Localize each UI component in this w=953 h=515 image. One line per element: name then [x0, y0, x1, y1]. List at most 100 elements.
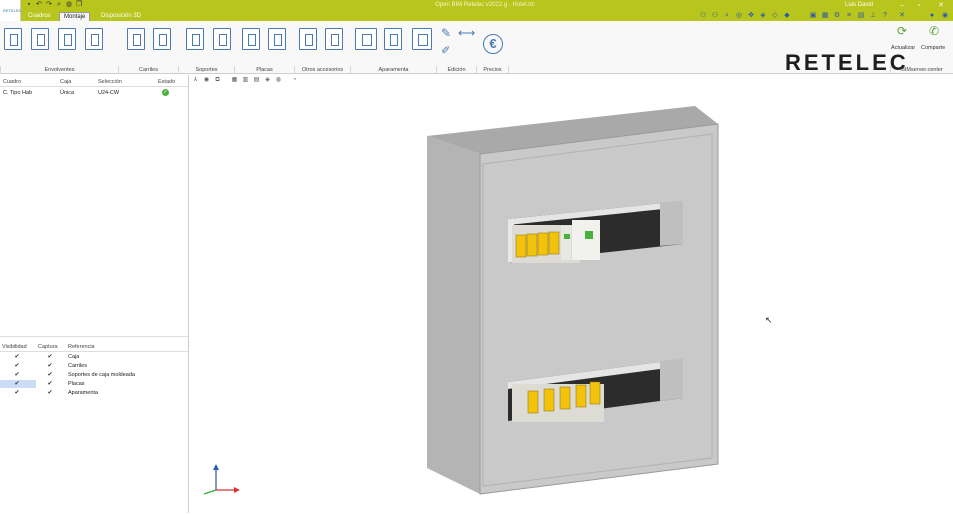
chart-icon[interactable]: ▤ — [856, 11, 866, 21]
col-cuadro[interactable]: Cuadro — [3, 78, 21, 86]
capture-checkbox[interactable]: ✔ — [47, 354, 53, 360]
view-icon[interactable]: ⚇ — [710, 11, 720, 21]
undo-icon[interactable]: ↶ — [35, 1, 43, 9]
visibility-checkbox[interactable]: ✔ — [14, 354, 20, 360]
zoom-icon[interactable]: ⌕ — [722, 11, 732, 21]
camera-icon[interactable]: ◔ — [291, 77, 298, 84]
cube-icon[interactable]: ◈ — [758, 11, 768, 21]
aparamenta-add-button[interactable] — [355, 28, 377, 50]
table-icon[interactable]: ▦ — [231, 77, 238, 84]
settings-icon[interactable]: ⚙ — [832, 11, 842, 21]
group-aparamenta: Aparamenta — [350, 66, 436, 74]
envolvente-copy-button[interactable] — [58, 28, 76, 50]
eraser-icon[interactable]: ✐ — [441, 44, 450, 57]
grid-icon[interactable]: ▥ — [242, 77, 249, 84]
refresh-icon[interactable]: ⟳ — [897, 24, 907, 38]
capture-checkbox[interactable]: ✔ — [47, 390, 53, 396]
layer-name: Carriles — [68, 363, 87, 369]
list-item[interactable]: ✔ ✔ Carriles — [0, 362, 189, 370]
eye-icon[interactable]: ◍ — [275, 77, 282, 84]
window-title: Open BIM Retelec v2022.g - Hotel.rtc — [435, 2, 535, 8]
app-logo[interactable]: RETELEC — [0, 0, 21, 21]
compartir-label[interactable]: Comparte — [921, 44, 945, 52]
print-icon[interactable]: ◍ — [65, 1, 73, 9]
col-visibilidad[interactable]: Visibilidad — [2, 343, 27, 351]
layers-icon[interactable]: ⧉ — [214, 77, 221, 84]
axis-icon[interactable]: ⅄ — [192, 77, 199, 84]
capture-checkbox[interactable]: ✔ — [47, 372, 53, 378]
visibility-checkbox[interactable]: ✔ — [14, 381, 20, 387]
layer-name: Placas — [68, 381, 85, 387]
visibility-checkbox[interactable]: ✔ — [14, 363, 20, 369]
axis-gizmo — [203, 464, 240, 495]
soporte-edit-button[interactable] — [213, 28, 231, 50]
user-icon[interactable]: ● — [927, 11, 937, 21]
tools-icon[interactable]: ✕ — [897, 11, 907, 21]
ruler-icon[interactable]: ⊥ — [868, 11, 878, 21]
save-icon[interactable]: ▪ — [25, 1, 33, 9]
eye-icon[interactable]: ◉ — [203, 77, 210, 84]
accesorio-add-button[interactable] — [299, 28, 317, 50]
list-item[interactable]: ✔ ✔ Aparamenta — [0, 389, 189, 397]
measure-icon[interactable]: ⟷ — [458, 26, 475, 40]
help-icon[interactable]: ? — [880, 11, 890, 21]
pencil-icon[interactable]: ✎ — [441, 26, 451, 40]
list-item[interactable]: ✔ ✔ Placas — [0, 380, 189, 388]
panel-splitter[interactable] — [0, 336, 189, 340]
orbit-icon[interactable]: ◎ — [734, 11, 744, 21]
window-icon[interactable]: ▣ — [808, 11, 818, 21]
actualizar-label[interactable]: Actualizar — [891, 44, 915, 52]
col-referencia[interactable]: Referencia — [68, 343, 95, 351]
group-precios: Precios — [476, 66, 508, 74]
redo-icon[interactable]: ↷ — [45, 1, 53, 9]
group-carriles: Carriles — [118, 66, 178, 74]
view-toolbar: ⅄ ◉ ⧉ ▦ ▥ ▤ ◈ ◍ ◔ — [190, 76, 953, 86]
list-icon[interactable]: ≡ — [844, 11, 854, 21]
accesorio-edit-button[interactable] — [325, 28, 343, 50]
col-caja[interactable]: Caja — [60, 78, 71, 86]
top-breakers — [512, 220, 600, 263]
maximize-icon[interactable]: ▫ — [912, 0, 926, 11]
carril-add-button[interactable] — [127, 28, 145, 50]
tab-cuadros[interactable]: Cuadros — [24, 12, 55, 21]
col-captura[interactable]: Captura — [38, 343, 58, 351]
minimize-icon[interactable]: – — [895, 0, 909, 11]
col-estado[interactable]: Estado — [158, 78, 175, 86]
list-item[interactable]: ✔ ✔ Caja — [0, 353, 189, 361]
grid-icon[interactable]: ▤ — [253, 77, 260, 84]
enclosure-front — [479, 123, 719, 495]
capture-checkbox[interactable]: ✔ — [47, 381, 53, 387]
apps-icon[interactable]: ◉ — [940, 11, 950, 21]
tab-disposicion-3d[interactable]: Disposición 3D — [97, 12, 145, 21]
placa-edit-button[interactable] — [268, 28, 286, 50]
3d-viewport[interactable]: ↖ — [190, 86, 953, 513]
cube-icon[interactable]: ◇ — [770, 11, 780, 21]
envolvente-delete-button[interactable] — [85, 28, 103, 50]
copy-icon[interactable]: ❐ — [75, 1, 83, 9]
user-name[interactable]: Luis David — [845, 1, 873, 10]
euro-icon[interactable]: € — [483, 34, 503, 54]
close-icon[interactable]: ✕ — [934, 0, 948, 11]
envolvente-add-button[interactable] — [4, 28, 22, 50]
mouse-cursor-icon: ↖ — [765, 315, 773, 325]
soporte-add-button[interactable] — [186, 28, 204, 50]
placa-add-button[interactable] — [242, 28, 260, 50]
capture-checkbox[interactable]: ✔ — [47, 363, 53, 369]
share-icon[interactable]: ✆ — [929, 24, 939, 38]
visibility-checkbox[interactable]: ✔ — [14, 390, 20, 396]
search-icon[interactable]: ⌕ — [55, 1, 63, 9]
grid-icon[interactable]: ▦ — [820, 11, 830, 21]
visibility-checkbox[interactable]: ✔ — [14, 372, 20, 378]
aparamenta-edit-button[interactable] — [412, 28, 432, 50]
left-panel: Cuadro Caja Selección Estado C. Tipo Hab… — [0, 75, 189, 513]
envolvente-edit-button[interactable] — [31, 28, 49, 50]
cube-icon[interactable]: ◈ — [264, 77, 271, 84]
carril-edit-button[interactable] — [153, 28, 171, 50]
view-icon[interactable]: ⚇ — [698, 11, 708, 21]
aparamenta-view-button[interactable] — [384, 28, 402, 50]
cube-icon[interactable]: ◆ — [782, 11, 792, 21]
tab-montaje[interactable]: Montaje — [59, 12, 91, 21]
pan-icon[interactable]: ✥ — [746, 11, 756, 21]
col-seleccion[interactable]: Selección — [98, 78, 122, 86]
list-item[interactable]: ✔ ✔ Soportes de caja moldeada — [0, 371, 189, 379]
